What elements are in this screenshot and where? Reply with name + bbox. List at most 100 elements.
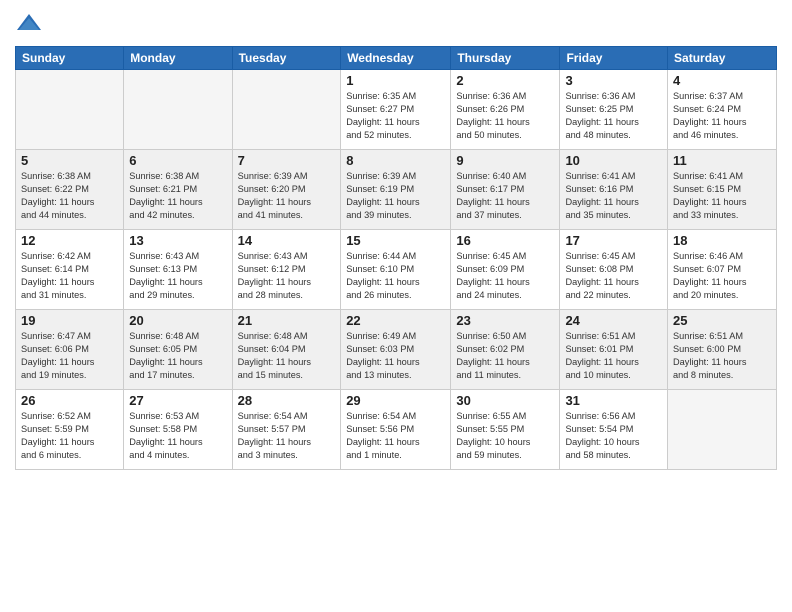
- day-info: Sunrise: 6:48 AM Sunset: 6:04 PM Dayligh…: [238, 330, 336, 382]
- calendar-day-cell: 12 Sunrise: 6:42 AM Sunset: 6:14 PM Dayli…: [16, 230, 124, 310]
- day-info: Sunrise: 6:49 AM Sunset: 6:03 PM Dayligh…: [346, 330, 445, 382]
- day-number: 11: [673, 153, 771, 168]
- calendar-day-cell: 6 Sunrise: 6:38 AM Sunset: 6:21 PM Daylig…: [124, 150, 232, 230]
- logo: [15, 10, 47, 38]
- day-info: Sunrise: 6:56 AM Sunset: 5:54 PM Dayligh…: [565, 410, 662, 462]
- day-number: 23: [456, 313, 554, 328]
- page: Sunday Monday Tuesday Wednesday Thursday…: [0, 0, 792, 612]
- day-info: Sunrise: 6:48 AM Sunset: 6:05 PM Dayligh…: [129, 330, 226, 382]
- calendar-day-cell: 3Sunrise: 6:36 AM Sunset: 6:25 PM Daylig…: [560, 70, 668, 150]
- day-number: 15: [346, 233, 445, 248]
- day-number: 17: [565, 233, 662, 248]
- day-number: 3: [565, 73, 662, 88]
- day-info: Sunrise: 6:36 AM Sunset: 6:26 PM Dayligh…: [456, 90, 554, 142]
- day-number: 21: [238, 313, 336, 328]
- day-number: 16: [456, 233, 554, 248]
- calendar-day-cell: 9 Sunrise: 6:40 AM Sunset: 6:17 PM Daylig…: [451, 150, 560, 230]
- header: [15, 10, 777, 38]
- calendar-day-cell: 24 Sunrise: 6:51 AM Sunset: 6:01 PM Dayli…: [560, 310, 668, 390]
- day-number: 20: [129, 313, 226, 328]
- calendar-day-cell: 7 Sunrise: 6:39 AM Sunset: 6:20 PM Daylig…: [232, 150, 341, 230]
- day-number: 4: [673, 73, 771, 88]
- calendar-day-cell: 2 Sunrise: 6:36 AM Sunset: 6:26 PM Daylig…: [451, 70, 560, 150]
- calendar: Sunday Monday Tuesday Wednesday Thursday…: [15, 46, 777, 470]
- day-number: 6: [129, 153, 226, 168]
- calendar-day-cell: 19Sunrise: 6:47 AM Sunset: 6:06 PM Dayli…: [16, 310, 124, 390]
- day-info: Sunrise: 6:43 AM Sunset: 6:12 PM Dayligh…: [238, 250, 336, 302]
- header-thursday: Thursday: [451, 47, 560, 70]
- day-number: 25: [673, 313, 771, 328]
- calendar-day-cell: 22 Sunrise: 6:49 AM Sunset: 6:03 PM Dayli…: [341, 310, 451, 390]
- calendar-week-row: 19Sunrise: 6:47 AM Sunset: 6:06 PM Dayli…: [16, 310, 777, 390]
- day-info: Sunrise: 6:45 AM Sunset: 6:08 PM Dayligh…: [565, 250, 662, 302]
- header-monday: Monday: [124, 47, 232, 70]
- calendar-day-cell: 28 Sunrise: 6:54 AM Sunset: 5:57 PM Dayli…: [232, 390, 341, 470]
- calendar-day-cell: 26 Sunrise: 6:52 AM Sunset: 5:59 PM Dayli…: [16, 390, 124, 470]
- day-info: Sunrise: 6:54 AM Sunset: 5:57 PM Dayligh…: [238, 410, 336, 462]
- logo-icon: [15, 10, 43, 38]
- day-info: Sunrise: 6:43 AM Sunset: 6:13 PM Dayligh…: [129, 250, 226, 302]
- day-info: Sunrise: 6:54 AM Sunset: 5:56 PM Dayligh…: [346, 410, 445, 462]
- day-info: Sunrise: 6:42 AM Sunset: 6:14 PM Dayligh…: [21, 250, 118, 302]
- day-number: 8: [346, 153, 445, 168]
- day-info: Sunrise: 6:40 AM Sunset: 6:17 PM Dayligh…: [456, 170, 554, 222]
- calendar-day-cell: [668, 390, 777, 470]
- day-number: 24: [565, 313, 662, 328]
- day-info: Sunrise: 6:47 AM Sunset: 6:06 PM Dayligh…: [21, 330, 118, 382]
- day-info: Sunrise: 6:39 AM Sunset: 6:19 PM Dayligh…: [346, 170, 445, 222]
- day-number: 18: [673, 233, 771, 248]
- calendar-day-cell: 23 Sunrise: 6:50 AM Sunset: 6:02 PM Dayli…: [451, 310, 560, 390]
- day-info: Sunrise: 6:52 AM Sunset: 5:59 PM Dayligh…: [21, 410, 118, 462]
- calendar-day-cell: 21 Sunrise: 6:48 AM Sunset: 6:04 PM Dayli…: [232, 310, 341, 390]
- calendar-day-cell: 13 Sunrise: 6:43 AM Sunset: 6:13 PM Dayli…: [124, 230, 232, 310]
- day-info: Sunrise: 6:38 AM Sunset: 6:21 PM Dayligh…: [129, 170, 226, 222]
- calendar-day-cell: 5Sunrise: 6:38 AM Sunset: 6:22 PM Daylig…: [16, 150, 124, 230]
- weekday-header-row: Sunday Monday Tuesday Wednesday Thursday…: [16, 47, 777, 70]
- header-saturday: Saturday: [668, 47, 777, 70]
- day-number: 13: [129, 233, 226, 248]
- calendar-day-cell: 15 Sunrise: 6:44 AM Sunset: 6:10 PM Dayli…: [341, 230, 451, 310]
- day-number: 26: [21, 393, 118, 408]
- calendar-week-row: 12 Sunrise: 6:42 AM Sunset: 6:14 PM Dayli…: [16, 230, 777, 310]
- header-friday: Friday: [560, 47, 668, 70]
- day-info: Sunrise: 6:39 AM Sunset: 6:20 PM Dayligh…: [238, 170, 336, 222]
- day-info: Sunrise: 6:46 AM Sunset: 6:07 PM Dayligh…: [673, 250, 771, 302]
- day-info: Sunrise: 6:41 AM Sunset: 6:16 PM Dayligh…: [565, 170, 662, 222]
- calendar-day-cell: [124, 70, 232, 150]
- day-number: 14: [238, 233, 336, 248]
- day-number: 31: [565, 393, 662, 408]
- calendar-day-cell: 14 Sunrise: 6:43 AM Sunset: 6:12 PM Dayli…: [232, 230, 341, 310]
- calendar-day-cell: 29 Sunrise: 6:54 AM Sunset: 5:56 PM Dayli…: [341, 390, 451, 470]
- day-number: 7: [238, 153, 336, 168]
- day-info: Sunrise: 6:50 AM Sunset: 6:02 PM Dayligh…: [456, 330, 554, 382]
- day-number: 2: [456, 73, 554, 88]
- calendar-day-cell: 11Sunrise: 6:41 AM Sunset: 6:15 PM Dayli…: [668, 150, 777, 230]
- day-number: 28: [238, 393, 336, 408]
- day-info: Sunrise: 6:45 AM Sunset: 6:09 PM Dayligh…: [456, 250, 554, 302]
- calendar-day-cell: [232, 70, 341, 150]
- day-number: 9: [456, 153, 554, 168]
- day-number: 12: [21, 233, 118, 248]
- calendar-day-cell: 10 Sunrise: 6:41 AM Sunset: 6:16 PM Dayli…: [560, 150, 668, 230]
- calendar-day-cell: 25 Sunrise: 6:51 AM Sunset: 6:00 PM Dayli…: [668, 310, 777, 390]
- day-number: 10: [565, 153, 662, 168]
- calendar-day-cell: 31 Sunrise: 6:56 AM Sunset: 5:54 PM Dayli…: [560, 390, 668, 470]
- day-info: Sunrise: 6:51 AM Sunset: 6:01 PM Dayligh…: [565, 330, 662, 382]
- calendar-day-cell: 1Sunrise: 6:35 AM Sunset: 6:27 PM Daylig…: [341, 70, 451, 150]
- calendar-week-row: 1Sunrise: 6:35 AM Sunset: 6:27 PM Daylig…: [16, 70, 777, 150]
- header-sunday: Sunday: [16, 47, 124, 70]
- day-info: Sunrise: 6:53 AM Sunset: 5:58 PM Dayligh…: [129, 410, 226, 462]
- calendar-day-cell: 8 Sunrise: 6:39 AM Sunset: 6:19 PM Daylig…: [341, 150, 451, 230]
- day-info: Sunrise: 6:51 AM Sunset: 6:00 PM Dayligh…: [673, 330, 771, 382]
- day-number: 22: [346, 313, 445, 328]
- calendar-day-cell: 17 Sunrise: 6:45 AM Sunset: 6:08 PM Dayli…: [560, 230, 668, 310]
- day-number: 1: [346, 73, 445, 88]
- calendar-day-cell: 27Sunrise: 6:53 AM Sunset: 5:58 PM Dayli…: [124, 390, 232, 470]
- day-number: 29: [346, 393, 445, 408]
- day-number: 5: [21, 153, 118, 168]
- day-info: Sunrise: 6:44 AM Sunset: 6:10 PM Dayligh…: [346, 250, 445, 302]
- calendar-day-cell: [16, 70, 124, 150]
- day-info: Sunrise: 6:37 AM Sunset: 6:24 PM Dayligh…: [673, 90, 771, 142]
- header-wednesday: Wednesday: [341, 47, 451, 70]
- header-tuesday: Tuesday: [232, 47, 341, 70]
